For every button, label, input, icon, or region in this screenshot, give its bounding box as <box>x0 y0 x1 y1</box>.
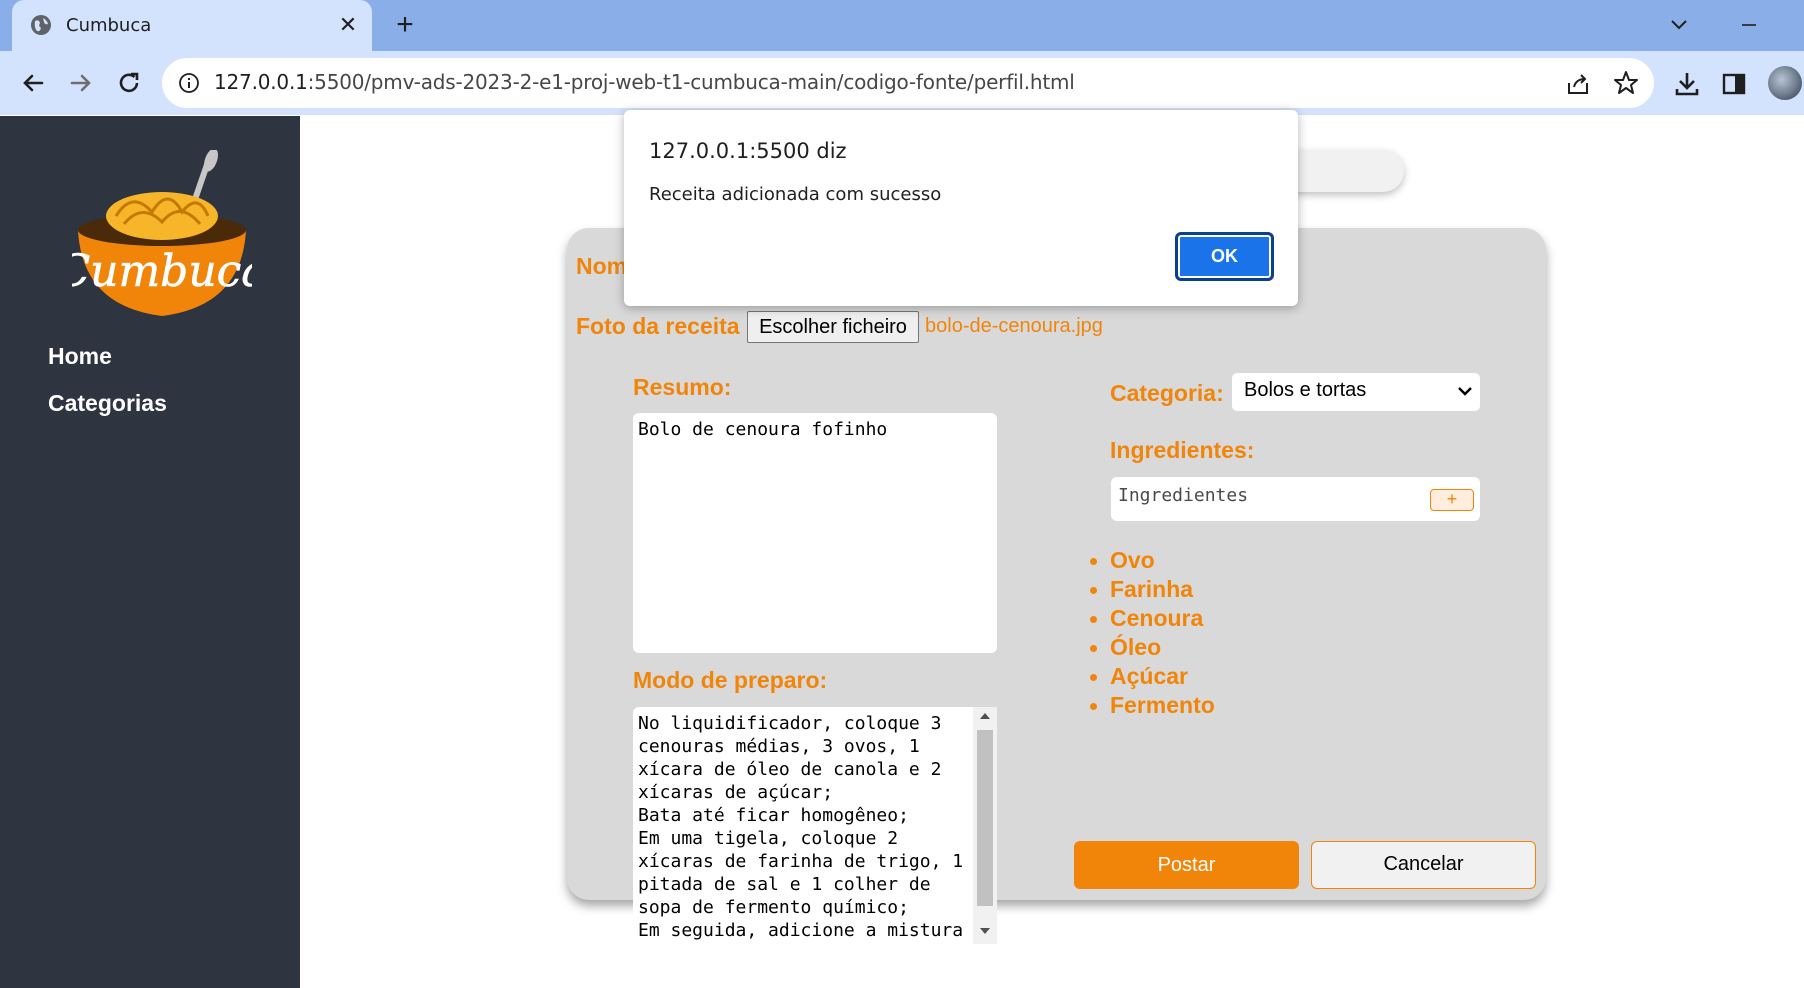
tab-title: Cumbuca <box>66 15 152 36</box>
summary-textarea[interactable]: Bolo de cenoura fofinho <box>633 413 997 653</box>
choose-file-button[interactable]: Escolher ficheiro <box>747 311 919 343</box>
recipe-name-label: Nom <box>576 253 628 279</box>
method-scrollbar-thumb[interactable] <box>977 730 993 906</box>
cancel-button[interactable]: Cancelar <box>1311 841 1536 889</box>
sidebar-item-categorias[interactable]: Categorias <box>48 390 167 417</box>
bookmark-star-icon[interactable] <box>1612 69 1640 97</box>
category-label: Categoria: <box>1110 380 1224 406</box>
profile-avatar[interactable] <box>1768 66 1802 100</box>
ok-button[interactable]: OK <box>1175 232 1274 281</box>
ingredient-list: Ovo Farinha Cenoura Óleo Açúcar Fermento <box>1090 546 1215 720</box>
sidebar-item-home[interactable]: Home <box>48 343 112 370</box>
forward-arrow-icon[interactable] <box>64 66 98 100</box>
chevron-down-icon <box>1458 387 1472 396</box>
post-button[interactable]: Postar <box>1074 841 1299 889</box>
url-host: 127.0.0.1 <box>214 70 308 94</box>
selected-file-name: bolo-de-cenoura.jpg <box>925 315 1103 337</box>
share-icon[interactable] <box>1564 70 1592 98</box>
method-label: Modo de preparo: <box>633 667 828 693</box>
browser-tab[interactable]: Cumbuca ✕ <box>12 0 372 51</box>
photo-label: Foto da receita <box>576 313 740 339</box>
tab-search-chevron-icon[interactable] <box>1664 10 1694 40</box>
site-info-icon[interactable] <box>178 72 200 94</box>
list-item: Fermento <box>1090 692 1215 718</box>
ingredient-input-placeholder: Ingredientes <box>1118 485 1249 506</box>
method-textarea[interactable]: No liquidificador, coloque 3 cenouras mé… <box>633 707 997 944</box>
globe-icon <box>31 15 51 35</box>
reload-icon[interactable] <box>112 66 146 100</box>
list-item: Cenoura <box>1090 604 1215 633</box>
list-item: Farinha <box>1090 575 1215 604</box>
category-select[interactable]: Bolos e tortas <box>1232 373 1480 411</box>
summary-label: Resumo: <box>633 374 732 400</box>
dialog-message: Receita adicionada com sucesso <box>649 184 942 205</box>
new-tab-icon[interactable]: + <box>388 9 422 43</box>
url-path: :5500/pmv-ads-2023-2-e1-proj-web-t1-cumb… <box>307 70 1075 94</box>
dialog-title: 127.0.0.1:5500 diz <box>649 139 847 163</box>
minimize-window-icon[interactable] <box>1734 10 1764 40</box>
scroll-down-arrow-icon[interactable] <box>980 928 990 934</box>
list-item: Ovo <box>1090 546 1215 575</box>
svg-text:Cumbuca: Cumbuca <box>72 246 252 297</box>
add-ingredient-button[interactable]: + <box>1430 489 1474 511</box>
scroll-up-arrow-icon[interactable] <box>980 713 990 719</box>
ingredients-label: Ingredientes: <box>1110 437 1255 463</box>
back-arrow-icon[interactable] <box>16 66 50 100</box>
download-icon[interactable] <box>1672 69 1702 99</box>
list-item: Açúcar <box>1090 662 1215 691</box>
cumbuca-logo[interactable]: Cumbuca <box>72 150 252 322</box>
side-panel-icon[interactable] <box>1720 70 1748 98</box>
list-item: Óleo <box>1090 633 1215 662</box>
close-tab-icon[interactable]: ✕ <box>334 11 362 39</box>
url-text[interactable]: 127.0.0.1:5500/pmv-ads-2023-2-e1-proj-we… <box>214 70 1075 94</box>
